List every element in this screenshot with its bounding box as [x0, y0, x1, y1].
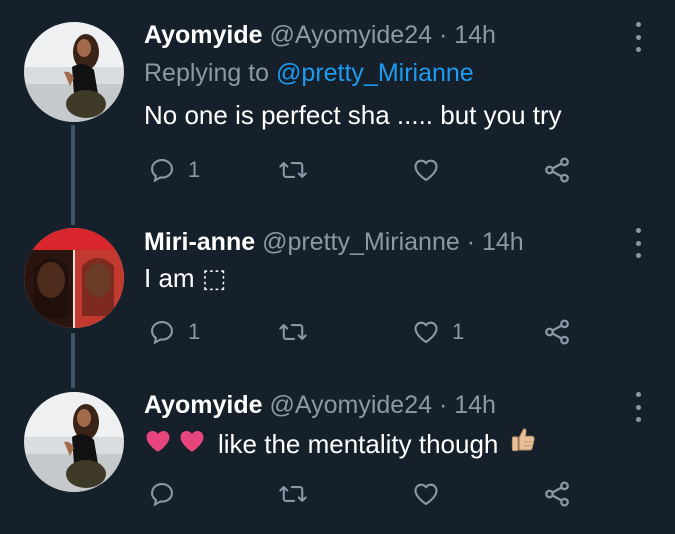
- heart-emoji-icon: [144, 428, 172, 460]
- more-icon[interactable]: [628, 22, 648, 52]
- timestamp[interactable]: · 14h: [467, 228, 524, 256]
- share-button[interactable]: [542, 314, 572, 350]
- retweet-icon: [279, 486, 307, 502]
- reply-count: 1: [188, 319, 201, 344]
- like-count: 1: [452, 319, 465, 344]
- display-name[interactable]: Ayomyide: [144, 21, 263, 49]
- tweet[interactable]: Ayomyide @Ayomyide24 · 14h Replying to @…: [0, 0, 675, 200]
- replying-to: Replying to @pretty_Mirianne: [144, 58, 474, 88]
- tweet-header: Miri-anne @pretty_Mirianne · 14h: [144, 227, 524, 257]
- share-icon: [545, 319, 569, 345]
- like-icon: [414, 159, 438, 181]
- avatar-photo: [24, 22, 124, 122]
- retweet-button[interactable]: [278, 152, 320, 188]
- reply-icon: [151, 159, 173, 183]
- share-icon: [545, 481, 569, 507]
- display-name[interactable]: Miri-anne: [144, 228, 255, 256]
- reply-icon: [151, 321, 173, 345]
- like-icon: [414, 483, 438, 505]
- share-button[interactable]: [542, 476, 572, 512]
- username[interactable]: @Ayomyide24: [270, 21, 433, 49]
- tweet-text: No one is perfect sha ..... but you try: [144, 100, 562, 130]
- retweet-button[interactable]: [278, 476, 320, 512]
- tweet-text: like the mentality though: [218, 428, 499, 459]
- reply-button[interactable]: [148, 476, 188, 512]
- like-button[interactable]: [412, 152, 452, 188]
- display-name[interactable]: Ayomyide: [144, 391, 263, 419]
- thumbs-up-emoji-icon: [508, 425, 538, 462]
- timestamp[interactable]: · 14h: [439, 391, 496, 419]
- retweet-icon: [279, 324, 307, 340]
- share-button[interactable]: [542, 152, 572, 188]
- avatar[interactable]: [24, 228, 124, 328]
- tweet-header: Ayomyide @Ayomyide24 · 14h: [144, 20, 496, 50]
- reply-button[interactable]: 1: [148, 152, 200, 188]
- avatar-photo: [24, 228, 124, 328]
- tweet-actions: 1: [0, 152, 675, 188]
- reply-icon: [151, 483, 173, 507]
- more-icon[interactable]: [628, 228, 648, 258]
- tweet[interactable]: Miri-anne @pretty_Mirianne · 14h I am ⬚ …: [0, 200, 675, 370]
- reply-count: 1: [188, 157, 201, 182]
- more-icon[interactable]: [628, 392, 648, 422]
- tweet-body: like the mentality though: [144, 425, 538, 462]
- timestamp[interactable]: · 14h: [439, 21, 496, 49]
- reply-button[interactable]: 1: [148, 314, 200, 350]
- replying-to-handle[interactable]: @pretty_Mirianne: [276, 59, 474, 87]
- avatar[interactable]: [24, 22, 124, 122]
- like-button[interactable]: [412, 476, 452, 512]
- tweet[interactable]: Ayomyide @Ayomyide24 · 14h like the ment…: [0, 370, 675, 534]
- tweet-text: I am ⬚: [144, 263, 227, 293]
- like-icon: [414, 321, 438, 343]
- replying-to-label: Replying to: [144, 59, 277, 87]
- retweet-icon: [279, 162, 307, 178]
- tweet-header: Ayomyide @Ayomyide24 · 14h: [144, 390, 496, 420]
- reply-thread: Ayomyide @Ayomyide24 · 14h Replying to @…: [0, 0, 675, 534]
- username[interactable]: @pretty_Mirianne: [262, 228, 460, 256]
- tweet-actions: [0, 476, 675, 512]
- username[interactable]: @Ayomyide24: [270, 391, 433, 419]
- tweet-actions: 1 1: [0, 314, 675, 350]
- heart-emoji-icon: [178, 428, 206, 460]
- share-icon: [545, 157, 569, 183]
- like-button[interactable]: 1: [412, 314, 464, 350]
- retweet-button[interactable]: [278, 314, 320, 350]
